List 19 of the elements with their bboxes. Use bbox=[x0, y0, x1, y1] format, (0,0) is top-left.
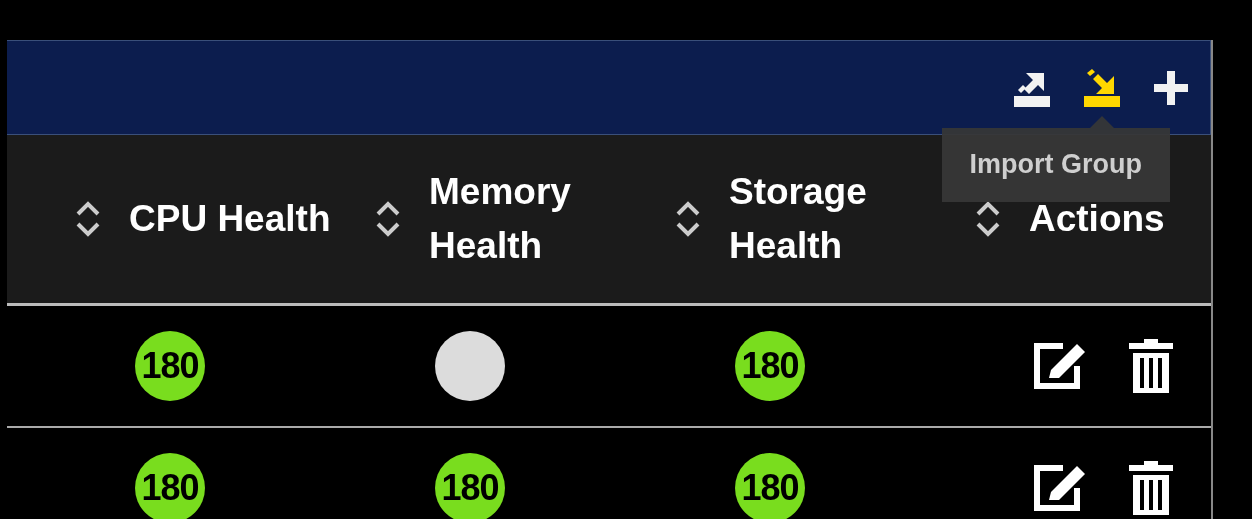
column-header[interactable]: CPU Health bbox=[129, 192, 331, 246]
import-button[interactable] bbox=[1084, 67, 1120, 108]
status-badge: 180 bbox=[135, 331, 205, 401]
trash-icon[interactable] bbox=[1129, 461, 1173, 515]
status-badge: 180 bbox=[735, 453, 805, 519]
trash-icon[interactable] bbox=[1129, 339, 1173, 393]
column-header[interactable]: Storage Health bbox=[729, 165, 941, 273]
column-header[interactable]: Memory Health bbox=[429, 165, 641, 273]
status-badge: 180 bbox=[435, 453, 505, 519]
sort-icon[interactable] bbox=[375, 200, 401, 238]
sort-icon[interactable] bbox=[75, 200, 101, 238]
sort-icon[interactable] bbox=[975, 200, 1001, 238]
tray-arrow-icon bbox=[1084, 67, 1120, 108]
add-button[interactable] bbox=[1154, 70, 1188, 105]
tooltip: Import Group bbox=[941, 115, 1170, 202]
plus-icon bbox=[1154, 70, 1188, 105]
sort-icon[interactable] bbox=[675, 200, 701, 238]
status-badge: 180 bbox=[135, 453, 205, 519]
status-badge: 180 bbox=[735, 331, 805, 401]
